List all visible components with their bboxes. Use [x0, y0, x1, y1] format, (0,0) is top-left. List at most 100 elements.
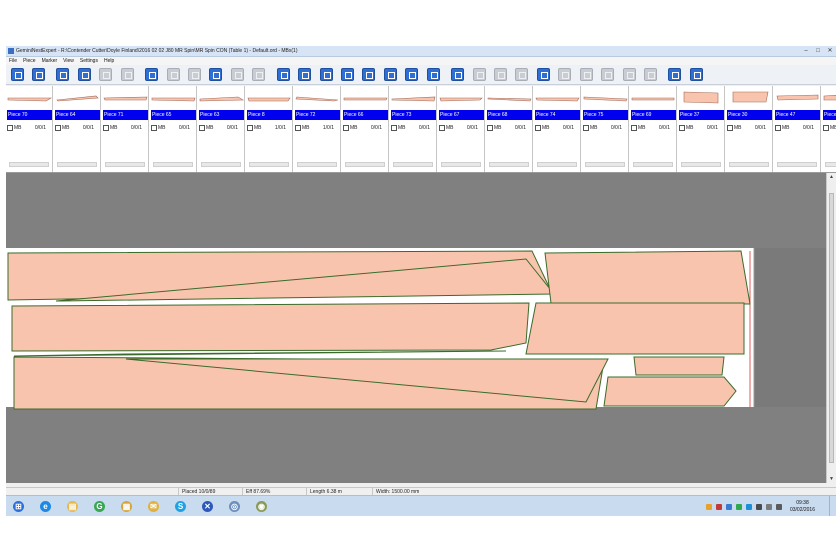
piece-checkbox[interactable]: [103, 124, 109, 131]
piece-scrollbar[interactable]: [9, 162, 49, 167]
piece-checkbox[interactable]: [343, 124, 349, 131]
nested-piece[interactable]: [11, 302, 530, 352]
tray-sync-icon[interactable]: [745, 503, 752, 510]
piece-scrollbar[interactable]: [249, 162, 289, 167]
align-icon[interactable]: [319, 68, 333, 81]
piece-scrollbar[interactable]: [681, 162, 721, 167]
piece-card[interactable]: Piece 75 MB 0/0/1: [582, 86, 629, 172]
piece-scrollbar[interactable]: [201, 162, 241, 167]
window-icon[interactable]: [77, 68, 91, 81]
save-icon[interactable]: [32, 68, 45, 81]
piece-label[interactable]: Piece 71: [103, 110, 148, 120]
tray-network-icon[interactable]: [725, 503, 732, 510]
piece-checkbox[interactable]: [439, 124, 445, 131]
piece-scrollbar[interactable]: [441, 162, 481, 167]
notes-taskbar-button[interactable]: ▦: [118, 498, 135, 515]
delete-x-icon[interactable]: [362, 68, 376, 81]
piece-card[interactable]: Piece 47 MB 0/0/1: [774, 86, 821, 172]
menu-help[interactable]: Help: [101, 58, 117, 64]
layout-c-icon[interactable]: [622, 68, 636, 81]
copy-icon[interactable]: [230, 68, 244, 81]
rotate-icon[interactable]: [188, 68, 202, 81]
piece-label[interactable]: Piece 68: [487, 110, 532, 120]
open-folder-icon[interactable]: [10, 68, 24, 81]
piece-label[interactable]: Piece 64: [55, 110, 100, 120]
piece-checkbox[interactable]: [535, 124, 541, 131]
piece-checkbox[interactable]: [823, 124, 829, 131]
piece-card[interactable]: Piece 67 MB 0/0/1: [438, 86, 485, 172]
piece-scrollbar[interactable]: [105, 162, 145, 167]
menu-file[interactable]: File: [6, 58, 20, 64]
nested-piece[interactable]: [525, 302, 745, 355]
green-app-taskbar-button[interactable]: G: [91, 498, 108, 515]
internet-explorer-taskbar-button[interactable]: e: [37, 498, 54, 515]
piece-label[interactable]: Piece 70: [7, 110, 52, 120]
piece-card[interactable]: Piece 64 MB 0/0/1: [54, 86, 101, 172]
piece-card[interactable]: Piece 71 MB 0/0/1: [102, 86, 149, 172]
piece-label[interactable]: Piece: [823, 110, 836, 120]
nested-piece[interactable]: [544, 250, 751, 305]
piece-card[interactable]: Piece 69 MB 0/0/1: [630, 86, 677, 172]
layout-d-icon[interactable]: [644, 68, 657, 81]
piece-scrollbar[interactable]: [153, 162, 193, 167]
nest-c-icon[interactable]: [515, 68, 529, 81]
wrench-icon[interactable]: [426, 68, 440, 81]
piece-label[interactable]: Piece 74: [535, 110, 580, 120]
menu-piece[interactable]: Piece: [20, 58, 39, 64]
piece-scrollbar[interactable]: [777, 162, 817, 167]
undo-icon[interactable]: [99, 68, 113, 81]
piece-scrollbar[interactable]: [633, 162, 673, 167]
notch-icon[interactable]: [383, 68, 397, 81]
mail-taskbar-button[interactable]: ✉: [145, 498, 162, 515]
piece-card[interactable]: Piece 30 MB 0/0/1: [726, 86, 773, 172]
redo-icon[interactable]: [120, 68, 134, 81]
piece-scrollbar[interactable]: [729, 162, 769, 167]
tray-printer-icon[interactable]: [755, 503, 762, 510]
piece-scrollbar[interactable]: [489, 162, 529, 167]
piece-scrollbar[interactable]: [297, 162, 337, 167]
piece-checkbox[interactable]: [391, 124, 397, 131]
piece-checkbox[interactable]: [583, 124, 589, 131]
shield-icon[interactable]: [405, 68, 419, 81]
chrome-taskbar-button[interactable]: ◉: [253, 498, 270, 515]
piece-card[interactable]: Piece 65 MB 0/0/1: [150, 86, 197, 172]
marker-canvas[interactable]: [6, 173, 826, 483]
table-icon[interactable]: [451, 68, 465, 81]
piece-checkbox[interactable]: [679, 124, 685, 131]
piece-scrollbar[interactable]: [537, 162, 577, 167]
tray-flag-icon[interactable]: [765, 503, 772, 510]
close-button[interactable]: ✕: [824, 46, 836, 56]
piece-checkbox[interactable]: [247, 124, 253, 131]
piece-label[interactable]: Piece 65: [151, 110, 196, 120]
piece-card[interactable]: Piece MB: [822, 86, 836, 172]
nest-app-taskbar-button[interactable]: ✕: [199, 498, 216, 515]
clock[interactable]: 09:38 03/02/2016: [790, 500, 815, 514]
piece-card[interactable]: Piece 66 MB 0/0/1: [342, 86, 389, 172]
piece-label[interactable]: Piece 63: [199, 110, 244, 120]
piece-card[interactable]: Piece 73 MB 0/0/1: [390, 86, 437, 172]
piece-checkbox[interactable]: [151, 124, 157, 131]
piece-checkbox[interactable]: [199, 124, 205, 131]
piece-card[interactable]: Piece 63 MB 0/0/1: [198, 86, 245, 172]
piece-label[interactable]: Piece 8: [247, 110, 292, 120]
windows-start-taskbar-button[interactable]: ⊞: [10, 498, 27, 515]
piece-label[interactable]: Piece 72: [295, 110, 340, 120]
piece-label[interactable]: Piece 30: [727, 110, 772, 120]
minimize-button[interactable]: –: [800, 46, 812, 56]
media-taskbar-button[interactable]: ◎: [226, 498, 243, 515]
piece-checkbox[interactable]: [295, 124, 301, 131]
piece-scrollbar[interactable]: [585, 162, 625, 167]
piece-checkbox[interactable]: [631, 124, 637, 131]
piece-card[interactable]: Piece 74 MB 0/0/1: [534, 86, 581, 172]
zoom-icon[interactable]: [668, 68, 682, 81]
menu-view[interactable]: View: [60, 58, 77, 64]
file-explorer-taskbar-button[interactable]: ▤: [64, 498, 81, 515]
skype-taskbar-button[interactable]: S: [172, 498, 189, 515]
scroll-down-icon[interactable]: ▼: [829, 476, 834, 482]
maximize-button[interactable]: □: [812, 46, 824, 56]
layout-b-icon[interactable]: [579, 68, 593, 81]
piece-label[interactable]: Piece 75: [583, 110, 628, 120]
show-desktop-button[interactable]: [829, 496, 836, 516]
piece-label[interactable]: Piece 67: [439, 110, 484, 120]
nest-b-icon[interactable]: [494, 68, 508, 81]
